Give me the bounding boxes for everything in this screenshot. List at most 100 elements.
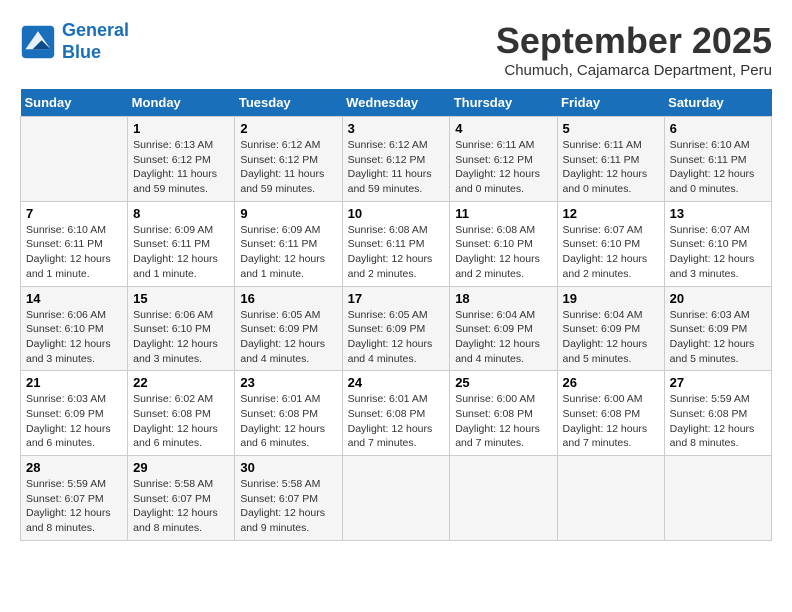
day-number: 2 [240,121,336,136]
day-number: 4 [455,121,551,136]
weekday-header-monday: Monday [128,89,235,117]
day-number: 23 [240,375,336,390]
day-number: 14 [26,291,122,306]
day-info: Sunrise: 6:07 AM Sunset: 6:10 PM Dayligh… [670,223,766,282]
calendar-cell: 22 Sunrise: 6:02 AM Sunset: 6:08 PM Dayli… [128,371,235,456]
weekday-header-thursday: Thursday [450,89,557,117]
page-header: General Blue September 2025 Chumuch, Caj… [20,20,772,79]
weekday-header-sunday: Sunday [21,89,128,117]
day-number: 15 [133,291,229,306]
day-number: 6 [670,121,766,136]
calendar-cell: 16Sunrise: 6:05 AM Sunset: 6:09 PM Dayli… [235,286,342,371]
calendar-cell: 19Sunrise: 6:04 AM Sunset: 6:09 PM Dayli… [557,286,664,371]
calendar-week-row: 28 Sunrise: 5:59 AM Sunset: 6:07 PM Dayli… [21,456,772,541]
calendar-week-row: 21 Sunrise: 6:03 AM Sunset: 6:09 PM Dayli… [21,371,772,456]
day-info: Sunrise: 6:07 AM Sunset: 6:10 PM Dayligh… [563,223,659,282]
weekday-header-wednesday: Wednesday [342,89,450,117]
day-info: Sunrise: 6:02 AM Sunset: 6:08 PM Dayligh… [133,392,229,451]
day-number: 18 [455,291,551,306]
logo-general: General [62,20,129,40]
calendar-cell: 30 Sunrise: 5:58 AM Sunset: 6:07 PM Dayli… [235,456,342,541]
logo-text: General Blue [62,20,129,63]
calendar-table: SundayMondayTuesdayWednesdayThursdayFrid… [20,89,772,541]
calendar-cell: 24 Sunrise: 6:01 AM Sunset: 6:08 PM Dayli… [342,371,450,456]
day-info: Sunrise: 5:58 AM Sunset: 6:07 PM Dayligh… [133,477,229,536]
weekday-header-tuesday: Tuesday [235,89,342,117]
weekday-header-saturday: Saturday [664,89,771,117]
day-number: 29 [133,460,229,475]
calendar-cell: 10Sunrise: 6:08 AM Sunset: 6:11 PM Dayli… [342,201,450,286]
day-info: Sunrise: 6:09 AM Sunset: 6:11 PM Dayligh… [240,223,336,282]
day-info: Sunrise: 6:04 AM Sunset: 6:09 PM Dayligh… [455,308,551,367]
calendar-cell: 13 Sunrise: 6:07 AM Sunset: 6:10 PM Dayli… [664,201,771,286]
day-info: Sunrise: 6:06 AM Sunset: 6:10 PM Dayligh… [26,308,122,367]
calendar-cell: 25 Sunrise: 6:00 AM Sunset: 6:08 PM Dayli… [450,371,557,456]
month-title: September 2025 [496,20,772,62]
day-number: 30 [240,460,336,475]
calendar-cell: 29 Sunrise: 5:58 AM Sunset: 6:07 PM Dayli… [128,456,235,541]
calendar-cell [342,456,450,541]
calendar-week-row: 14 Sunrise: 6:06 AM Sunset: 6:10 PM Dayli… [21,286,772,371]
day-info: Sunrise: 6:03 AM Sunset: 6:09 PM Dayligh… [26,392,122,451]
day-info: Sunrise: 6:09 AM Sunset: 6:11 PM Dayligh… [133,223,229,282]
day-number: 20 [670,291,766,306]
calendar-cell [664,456,771,541]
weekday-header-friday: Friday [557,89,664,117]
day-number: 5 [563,121,659,136]
day-number: 8 [133,206,229,221]
calendar-cell: 17Sunrise: 6:05 AM Sunset: 6:09 PM Dayli… [342,286,450,371]
calendar-cell: 4 Sunrise: 6:11 AM Sunset: 6:12 PM Daylig… [450,117,557,202]
calendar-cell: 20 Sunrise: 6:03 AM Sunset: 6:09 PM Dayli… [664,286,771,371]
location-subtitle: Chumuch, Cajamarca Department, Peru [496,62,772,79]
calendar-cell: 2 Sunrise: 6:12 AM Sunset: 6:12 PM Daylig… [235,117,342,202]
day-number: 9 [240,206,336,221]
day-info: Sunrise: 6:13 AM Sunset: 6:12 PM Dayligh… [133,138,229,197]
calendar-cell: 15Sunrise: 6:06 AM Sunset: 6:10 PM Dayli… [128,286,235,371]
day-number: 11 [455,206,551,221]
day-number: 28 [26,460,122,475]
calendar-cell [450,456,557,541]
day-info: Sunrise: 5:59 AM Sunset: 6:07 PM Dayligh… [26,477,122,536]
day-info: Sunrise: 6:03 AM Sunset: 6:09 PM Dayligh… [670,308,766,367]
day-number: 17 [348,291,445,306]
calendar-cell: 18 Sunrise: 6:04 AM Sunset: 6:09 PM Dayli… [450,286,557,371]
day-info: Sunrise: 6:00 AM Sunset: 6:08 PM Dayligh… [563,392,659,451]
calendar-cell: 11 Sunrise: 6:08 AM Sunset: 6:10 PM Dayli… [450,201,557,286]
logo-blue: Blue [62,42,101,62]
calendar-cell: 21 Sunrise: 6:03 AM Sunset: 6:09 PM Dayli… [21,371,128,456]
day-info: Sunrise: 5:59 AM Sunset: 6:08 PM Dayligh… [670,392,766,451]
day-number: 24 [348,375,445,390]
day-info: Sunrise: 6:01 AM Sunset: 6:08 PM Dayligh… [348,392,445,451]
title-block: September 2025 Chumuch, Cajamarca Depart… [496,20,772,79]
calendar-cell: 27Sunrise: 5:59 AM Sunset: 6:08 PM Dayli… [664,371,771,456]
calendar-cell: 26Sunrise: 6:00 AM Sunset: 6:08 PM Dayli… [557,371,664,456]
day-info: Sunrise: 6:11 AM Sunset: 6:12 PM Dayligh… [455,138,551,197]
calendar-cell: 9 Sunrise: 6:09 AM Sunset: 6:11 PM Daylig… [235,201,342,286]
day-info: Sunrise: 6:00 AM Sunset: 6:08 PM Dayligh… [455,392,551,451]
day-info: Sunrise: 6:11 AM Sunset: 6:11 PM Dayligh… [563,138,659,197]
day-number: 21 [26,375,122,390]
calendar-week-row: 1 Sunrise: 6:13 AM Sunset: 6:12 PM Daylig… [21,117,772,202]
day-info: Sunrise: 6:01 AM Sunset: 6:08 PM Dayligh… [240,392,336,451]
day-info: Sunrise: 5:58 AM Sunset: 6:07 PM Dayligh… [240,477,336,536]
day-number: 13 [670,206,766,221]
day-info: Sunrise: 6:10 AM Sunset: 6:11 PM Dayligh… [670,138,766,197]
calendar-week-row: 7Sunrise: 6:10 AM Sunset: 6:11 PM Daylig… [21,201,772,286]
day-info: Sunrise: 6:08 AM Sunset: 6:10 PM Dayligh… [455,223,551,282]
calendar-cell: 28 Sunrise: 5:59 AM Sunset: 6:07 PM Dayli… [21,456,128,541]
day-info: Sunrise: 6:10 AM Sunset: 6:11 PM Dayligh… [26,223,122,282]
day-number: 22 [133,375,229,390]
calendar-cell [21,117,128,202]
day-number: 3 [348,121,445,136]
day-number: 25 [455,375,551,390]
day-number: 12 [563,206,659,221]
day-info: Sunrise: 6:12 AM Sunset: 6:12 PM Dayligh… [348,138,445,197]
day-info: Sunrise: 6:05 AM Sunset: 6:09 PM Dayligh… [240,308,336,367]
calendar-cell: 5 Sunrise: 6:11 AM Sunset: 6:11 PM Daylig… [557,117,664,202]
calendar-cell: 14 Sunrise: 6:06 AM Sunset: 6:10 PM Dayli… [21,286,128,371]
day-info: Sunrise: 6:08 AM Sunset: 6:11 PM Dayligh… [348,223,445,282]
day-info: Sunrise: 6:12 AM Sunset: 6:12 PM Dayligh… [240,138,336,197]
calendar-cell: 12 Sunrise: 6:07 AM Sunset: 6:10 PM Dayli… [557,201,664,286]
calendar-cell [557,456,664,541]
day-number: 1 [133,121,229,136]
